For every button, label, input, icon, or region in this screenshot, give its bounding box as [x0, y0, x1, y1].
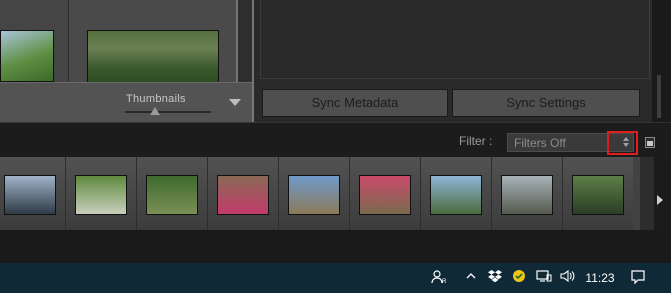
filter-select-value: Filters Off [514, 136, 566, 150]
photo-tree-lined-path[interactable] [75, 175, 127, 215]
sync-metadata-button[interactable]: Sync Metadata [262, 89, 448, 117]
filmstrip [0, 157, 671, 230]
thumbnails-label: Thumbnails [126, 93, 186, 105]
filmstrip-cell[interactable] [0, 157, 65, 230]
photo-canyon-trail[interactable] [501, 175, 553, 215]
sync-app-icon[interactable] [510, 269, 528, 287]
notifications-icon[interactable] [628, 269, 648, 287]
chevron-right-icon[interactable] [657, 195, 663, 205]
sync-settings-button[interactable]: Sync Settings [452, 89, 640, 117]
dropbox-icon[interactable] [486, 269, 504, 287]
grid-scroll-edge [238, 0, 252, 82]
thumbnail-size-slider-knob[interactable] [150, 107, 161, 115]
filter-lock-icon[interactable] [645, 137, 655, 148]
right-panel-content [260, 0, 650, 79]
taskbar: R 11:23 [0, 263, 671, 293]
photo-forest-road[interactable] [572, 175, 624, 215]
right-panel-scrollbar[interactable] [652, 0, 671, 122]
clock[interactable]: 11:23 [582, 269, 618, 287]
scrollbar-thumb[interactable] [657, 75, 661, 118]
filmstrip-cell[interactable] [278, 157, 349, 230]
photo-woman-on-rocks[interactable] [217, 175, 269, 215]
filmstrip-cell[interactable] [65, 157, 136, 230]
svg-text:R: R [442, 279, 447, 285]
grid-view [0, 0, 252, 82]
filter-label: Filter : [459, 134, 493, 148]
filmstrip-cell[interactable] [562, 157, 633, 230]
grid-photo[interactable] [87, 30, 219, 82]
thumbnail-size-slider[interactable] [125, 111, 211, 113]
filmstrip-scroll-area [654, 157, 671, 230]
status-gap [0, 230, 671, 263]
photo-hikers-on-summit[interactable] [288, 175, 340, 215]
toolbar-menu-button[interactable] [226, 95, 244, 109]
people-icon[interactable]: R [428, 269, 450, 287]
photo-group-on-bridge[interactable] [4, 175, 56, 215]
filmstrip-cell[interactable] [349, 157, 420, 230]
chevron-down-icon [229, 99, 241, 106]
filmstrip-cell[interactable] [491, 157, 562, 230]
network-icon[interactable] [534, 269, 554, 287]
filter-bar: Filter : Filters Off [0, 122, 671, 158]
photo-group-selfie[interactable] [359, 175, 411, 215]
filmstrip-cell[interactable] [420, 157, 491, 230]
filmstrip-cell[interactable] [207, 157, 278, 230]
grid-cell[interactable] [69, 0, 237, 82]
filmstrip-end [640, 157, 654, 230]
grid-photo[interactable] [0, 30, 54, 82]
photo-mountain-valley[interactable] [430, 175, 482, 215]
highlight-box [607, 131, 638, 155]
library-toolbar: Thumbnails [0, 82, 252, 123]
grid-cell[interactable] [0, 0, 69, 82]
right-panel: Sync Metadata Sync Settings [252, 0, 654, 122]
chevron-up-icon[interactable] [462, 269, 480, 287]
photo-stone-viaduct[interactable] [146, 175, 198, 215]
filmstrip-cell[interactable] [136, 157, 207, 230]
speaker-icon[interactable] [558, 269, 578, 287]
